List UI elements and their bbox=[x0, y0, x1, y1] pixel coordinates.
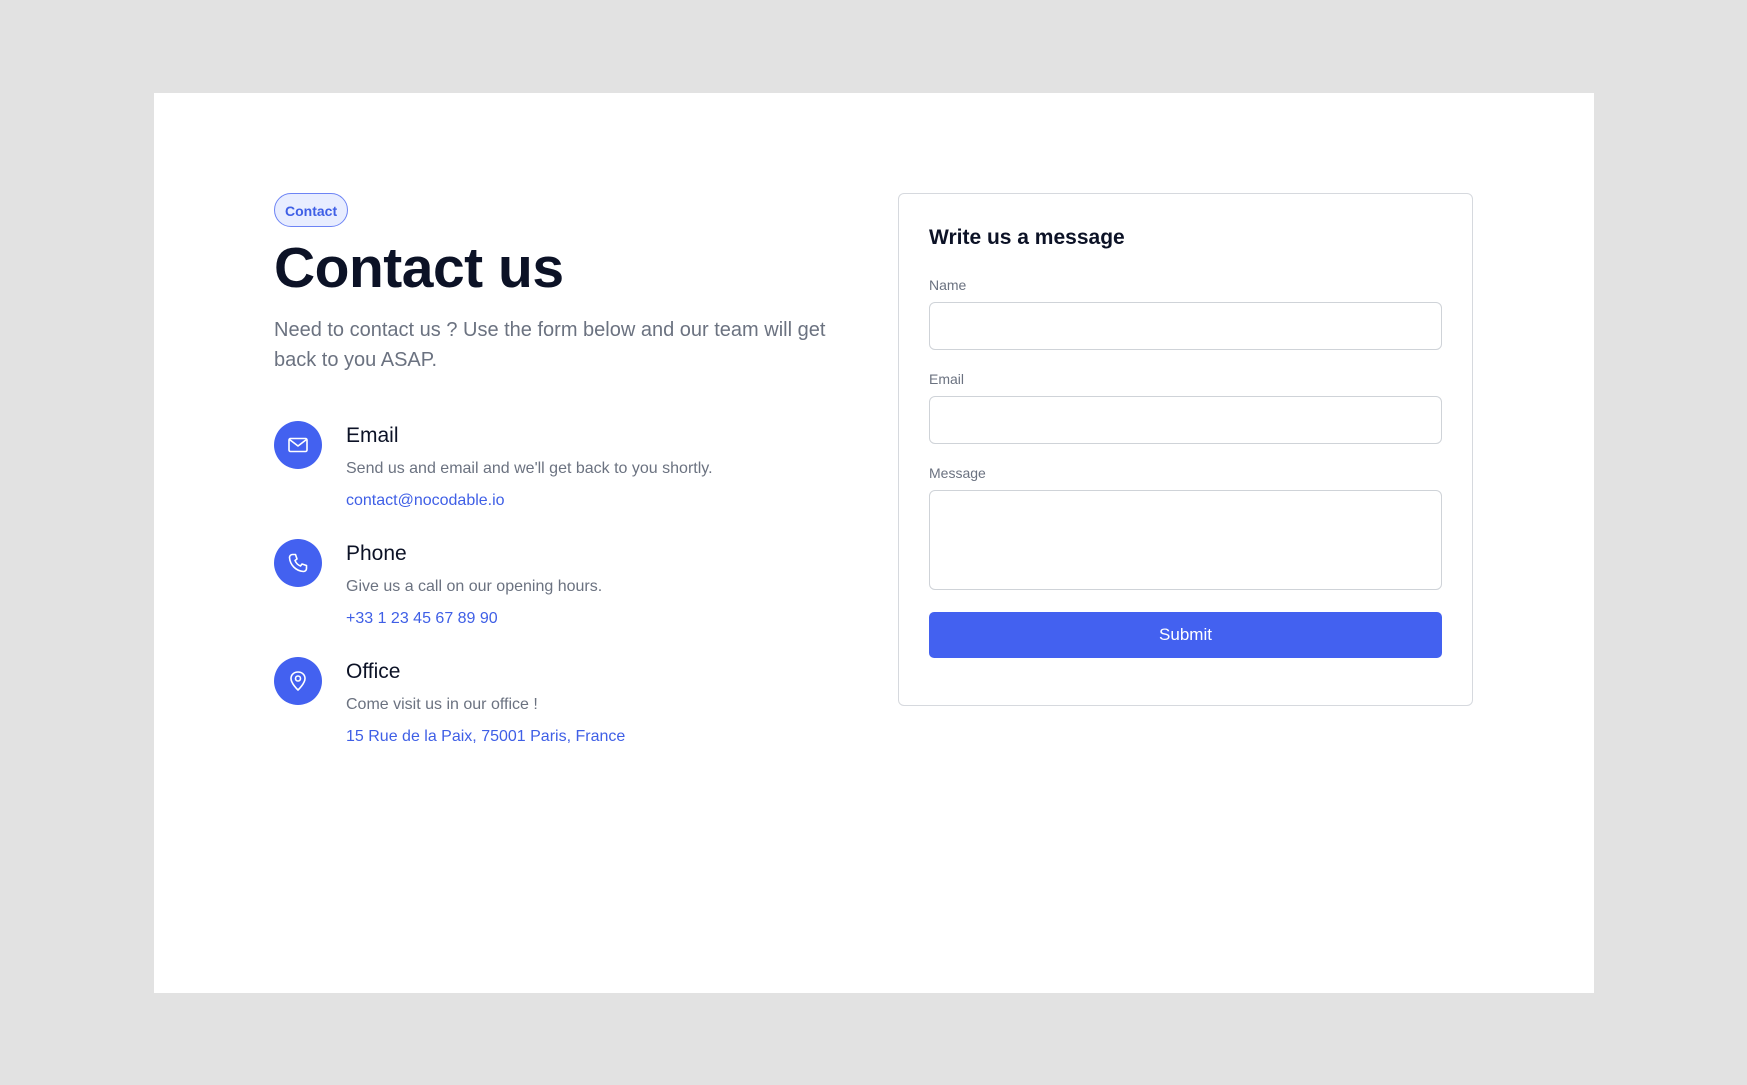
email-label: Email bbox=[929, 371, 965, 387]
contact-badge: Contact bbox=[274, 193, 349, 227]
page-title: Contact us bbox=[274, 236, 564, 300]
contact-method-title: Office bbox=[346, 659, 401, 683]
contact-method-description: Give us a call on our opening hours. bbox=[346, 577, 603, 595]
contact-method-title: Email bbox=[346, 423, 399, 447]
contact-method-phone-text: Phone Give us a call on our opening hour… bbox=[346, 539, 602, 633]
phone-icon bbox=[274, 538, 322, 587]
envelope-icon bbox=[274, 420, 322, 469]
page-subtitle: Need to contact us ? Use the form below … bbox=[274, 318, 826, 371]
name-input[interactable] bbox=[929, 302, 1442, 350]
email-input[interactable] bbox=[929, 396, 1442, 444]
name-label: Name bbox=[929, 277, 967, 293]
contact-card: Contact Contact us Need to contact us ? … bbox=[154, 93, 1594, 993]
phone-link[interactable]: +33 1 23 45 67 89 90 bbox=[346, 605, 602, 633]
submit-button[interactable]: Submit bbox=[929, 612, 1442, 658]
map-pin-icon bbox=[274, 656, 322, 705]
contact-method-office: Office Come visit us in our office ! 15 … bbox=[274, 656, 854, 775]
contact-method-title: Phone bbox=[346, 541, 407, 565]
contact-method-email-text: Email Send us and email and we'll get ba… bbox=[346, 421, 713, 515]
contact-method-description: Send us and email and we'll get back to … bbox=[346, 459, 713, 477]
email-link[interactable]: contact@nocodable.io bbox=[346, 487, 713, 515]
message-label: Message bbox=[929, 465, 986, 481]
contact-method-phone: Phone Give us a call on our opening hour… bbox=[274, 538, 854, 657]
message-form: Write us a message Name Email Message Su… bbox=[898, 193, 1473, 706]
contact-method-office-text: Office Come visit us in our office ! 15 … bbox=[346, 657, 625, 751]
message-textarea[interactable] bbox=[929, 490, 1442, 590]
contact-method-email: Email Send us and email and we'll get ba… bbox=[274, 420, 854, 539]
contact-method-description: Come visit us in our office ! bbox=[346, 695, 538, 713]
address-link[interactable]: 15 Rue de la Paix, 75001 Paris, France bbox=[346, 723, 625, 751]
contact-methods-list: Email Send us and email and we'll get ba… bbox=[274, 420, 854, 775]
contact-info-section: Contact Contact us Need to contact us ? … bbox=[274, 193, 854, 775]
form-title: Write us a message bbox=[929, 226, 1125, 249]
